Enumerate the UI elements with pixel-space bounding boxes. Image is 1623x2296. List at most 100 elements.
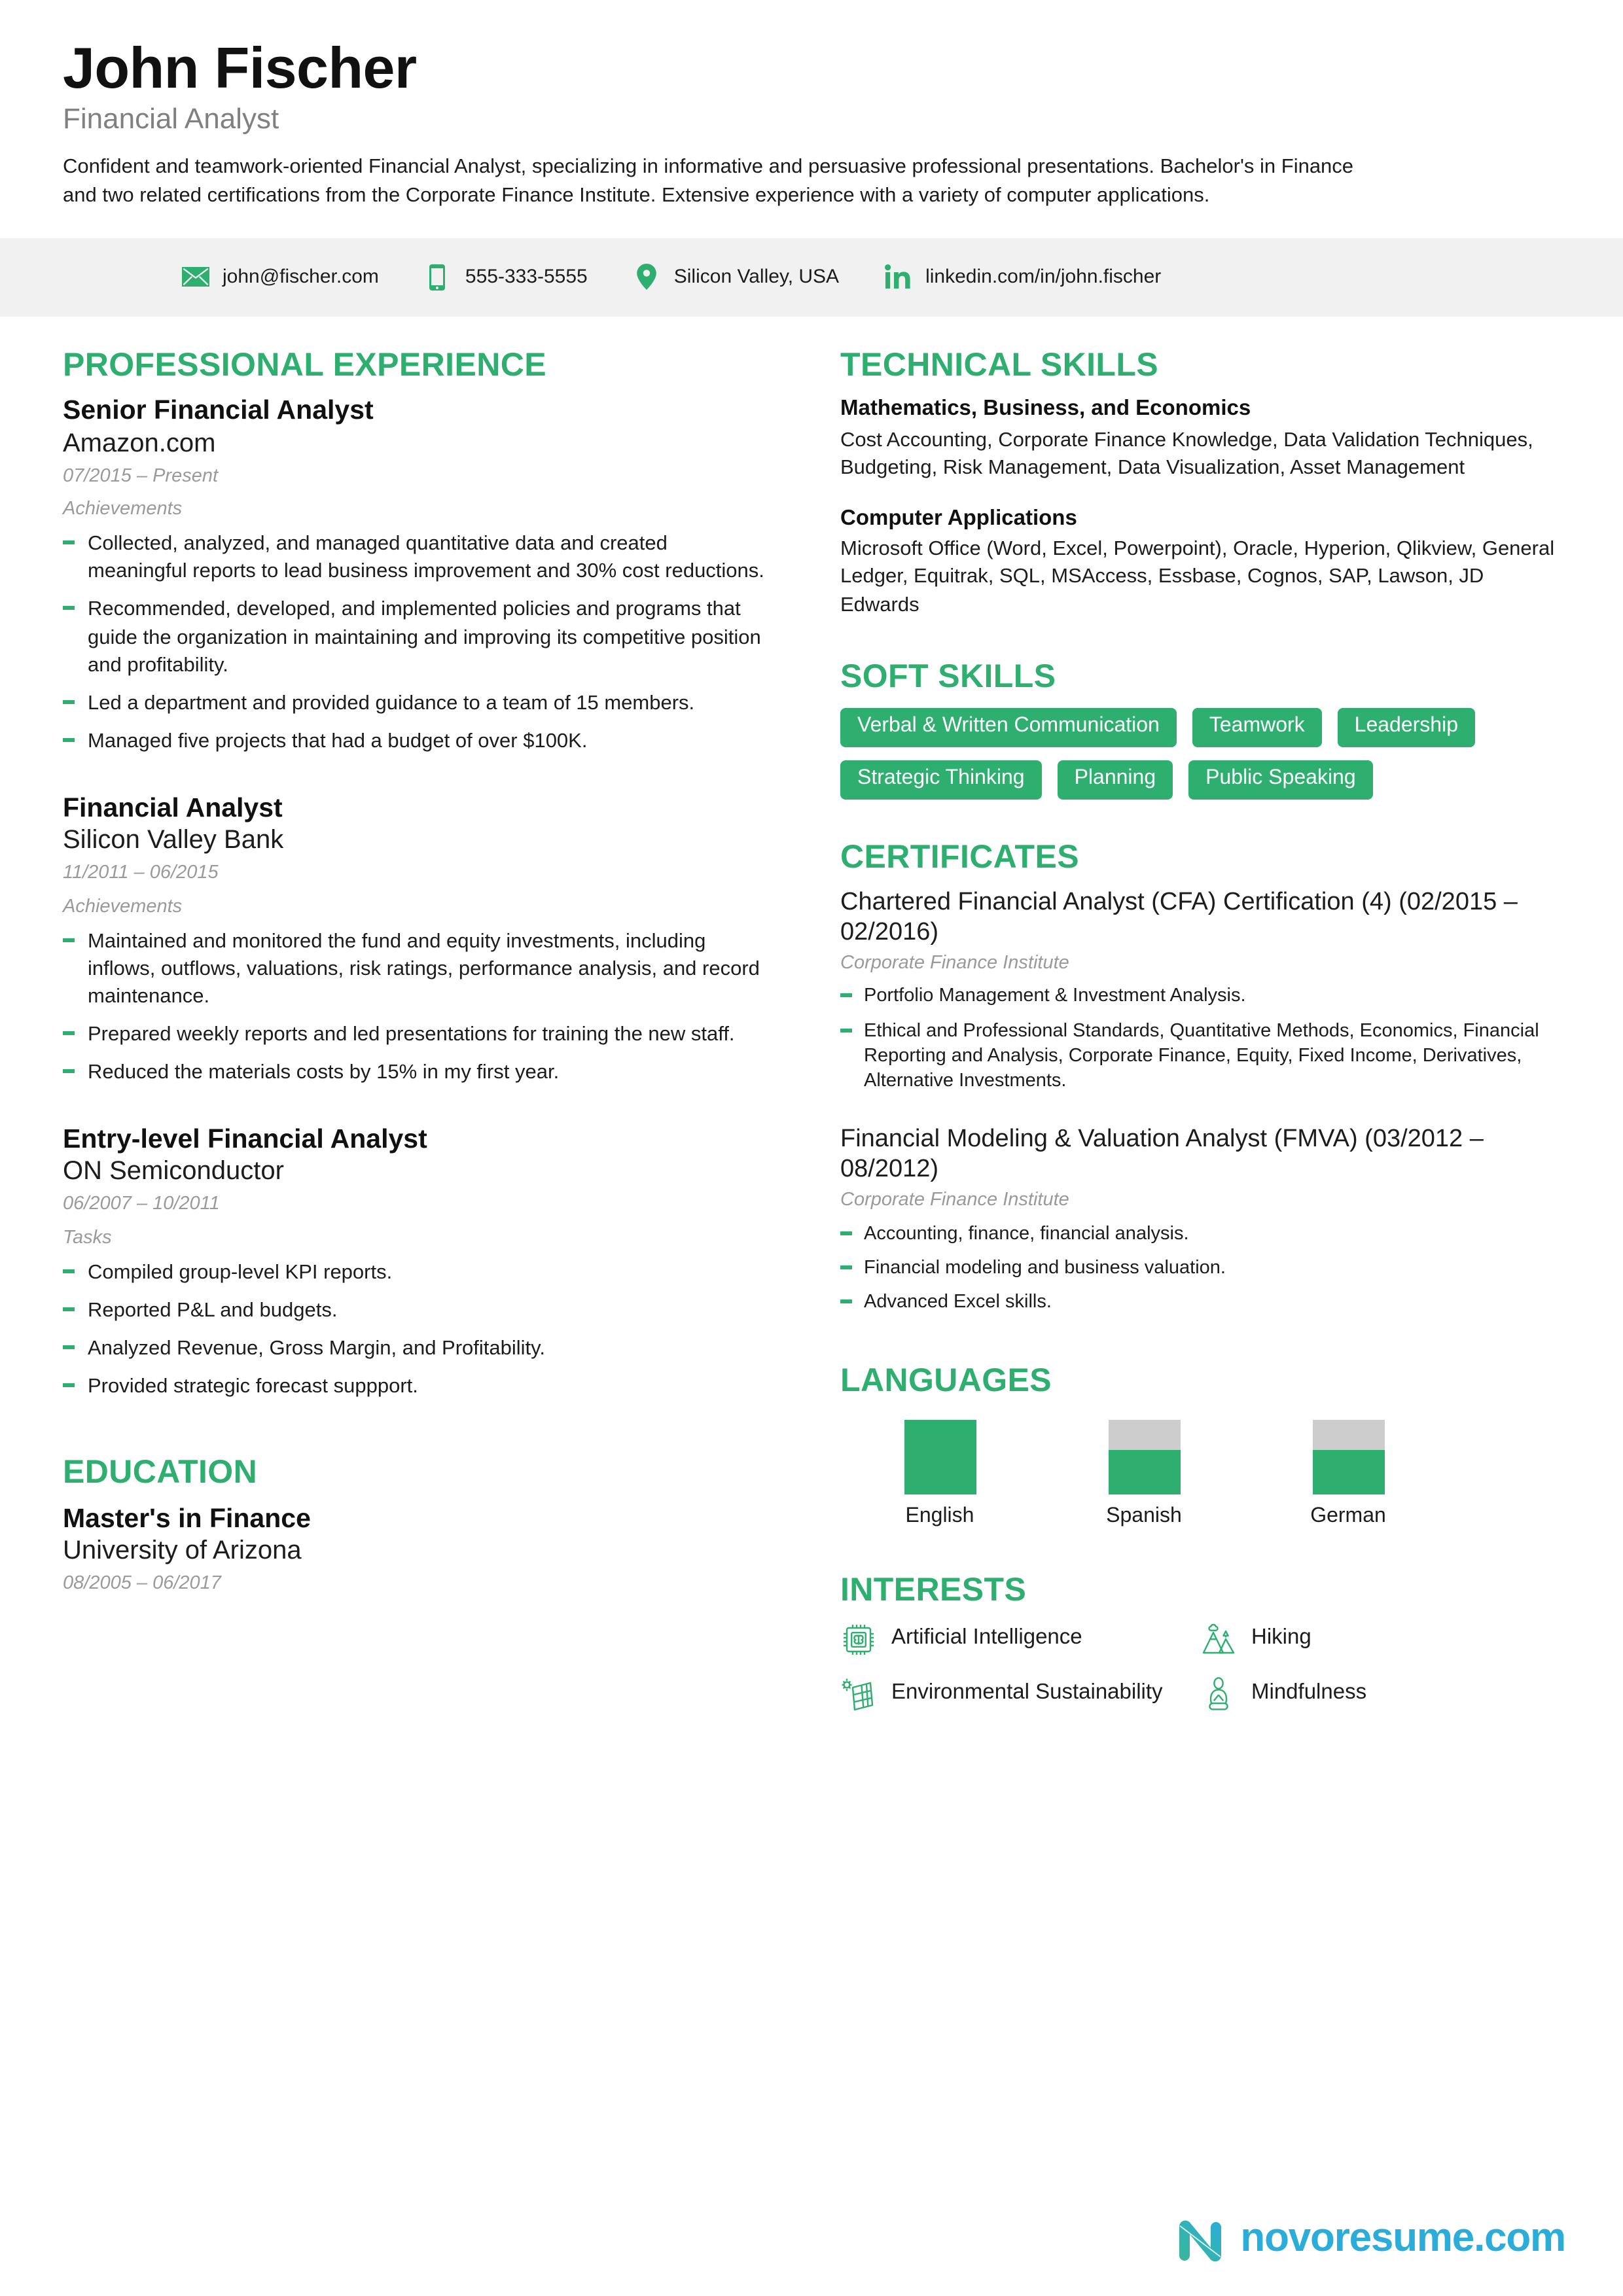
soft-skill-pill[interactable]: Strategic Thinking [840, 760, 1042, 800]
soft-skill-pill[interactable]: Planning [1057, 760, 1173, 800]
technical-skill-body: Microsoft Office (Word, Excel, Powerpoin… [840, 538, 1555, 616]
language-name: Spanish [1106, 1505, 1182, 1528]
experience-list-label: Tasks [63, 1227, 112, 1249]
interest-list: Artificial Intelligence Hiking Environme… [840, 1621, 1560, 1734]
section-professional-experience: PROFESSIONAL EXPERIENCE Senior Financial… [63, 346, 764, 1401]
mountains-icon [1200, 1621, 1237, 1658]
technical-skill-heading: Mathematics, Business, and Economics [840, 397, 1251, 421]
section-title-languages: LANGUAGES [840, 1362, 1052, 1399]
contact-bar: john@fischer.com 555-333-5555 Silicon Va… [0, 238, 1623, 317]
education-school: University of Arizona [63, 1536, 302, 1565]
soft-skill-pill[interactable]: Leadership [1337, 707, 1475, 748]
language-name: German [1310, 1505, 1386, 1528]
language-level-fill [1312, 1450, 1384, 1495]
certificate-issuer: Corporate Finance Institute [840, 1190, 1069, 1211]
experience-bullet: Managed five projects that had a budget … [63, 727, 764, 754]
interest-label: Environmental Sustainability [891, 1680, 1163, 1704]
language-level-bar [904, 1420, 976, 1495]
contact-email[interactable]: john@fischer.com [181, 263, 379, 292]
experience-role: Senior Financial Analyst [63, 395, 374, 426]
language-item: Spanish [1068, 1420, 1220, 1529]
contact-linkedin-value: linkedin.com/in/john.fischer [925, 266, 1162, 289]
experience-bullet: Compiled group-level KPI reports. [63, 1259, 764, 1286]
language-level-fill [904, 1420, 976, 1495]
experience-entry: Financial Analyst Silicon Valley Bank 11… [63, 793, 764, 1087]
certificate-name: Financial Modeling & Valuation Analyst (… [840, 1125, 1484, 1184]
candidate-name: John Fischer [63, 37, 417, 101]
language-level-bar [1312, 1420, 1384, 1495]
experience-bullet: Maintained and monitored the fund and eq… [63, 927, 764, 1010]
section-title-education: EDUCATION [63, 1454, 258, 1491]
section-certificates: CERTIFICATES Chartered Financial Analyst… [840, 839, 1560, 1316]
experience-org: Amazon.com [63, 429, 216, 458]
language-name: English [905, 1505, 974, 1528]
technical-skill-heading: Computer Applications [840, 506, 1077, 530]
novoresume-logo-icon [1172, 2210, 1227, 2265]
contact-email-value: john@fischer.com [223, 266, 379, 289]
section-title-interests: INTERESTS [840, 1572, 1027, 1609]
language-level-fill [1108, 1450, 1180, 1495]
contact-location[interactable]: Silicon Valley, USA [632, 263, 839, 292]
experience-dates: 07/2015 – Present [63, 465, 219, 487]
experience-bullet: Led a department and provided guidance t… [63, 689, 764, 716]
meditation-icon [1200, 1676, 1237, 1713]
email-icon [181, 263, 209, 292]
experience-bullet: Analyzed Revenue, Gross Margin, and Prof… [63, 1335, 764, 1362]
experience-bullet-list: Maintained and monitored the fund and eq… [63, 927, 764, 1086]
experience-bullet: Reduced the materials costs by 15% in my… [63, 1059, 764, 1086]
soft-skill-pill[interactable]: Teamwork [1192, 707, 1322, 748]
certificate-bullet: Financial modeling and business valuatio… [840, 1256, 1560, 1282]
section-technical-skills: TECHNICAL SKILLS Mathematics, Business, … [840, 347, 1560, 620]
technical-skill-body: Cost Accounting, Corporate Finance Knowl… [840, 429, 1533, 480]
language-item: English [864, 1420, 1016, 1529]
novoresume-footer[interactable]: novoresume.com [1172, 2210, 1566, 2265]
novoresume-brand-text: novoresume.com [1240, 2214, 1566, 2260]
language-item: German [1272, 1420, 1424, 1529]
soft-skill-pill[interactable]: Public Speaking [1188, 760, 1373, 800]
technical-skill-group: Computer Applications Microsoft Office (… [840, 504, 1560, 619]
ai-chip-icon [840, 1621, 877, 1658]
section-interests: INTERESTS Artificial Intelligence Hiking… [840, 1572, 1560, 1734]
certificate-name: Chartered Financial Analyst (CFA) Certif… [840, 888, 1518, 946]
contact-phone[interactable]: 555-333-5555 [423, 263, 588, 292]
soft-skill-pill[interactable]: Verbal & Written Communication [840, 707, 1177, 748]
phone-icon [423, 263, 452, 292]
experience-bullet-list: Compiled group-level KPI reports. Report… [63, 1259, 764, 1401]
section-title-soft-skills: SOFT SKILLS [840, 658, 1056, 696]
experience-bullet: Recommended, developed, and implemented … [63, 596, 764, 679]
resume-page: John Fischer Financial Analyst Confident… [0, 0, 1623, 2296]
certificate-issuer: Corporate Finance Institute [840, 952, 1069, 974]
experience-role: Entry-level Financial Analyst [63, 1124, 427, 1155]
technical-skill-group: Mathematics, Business, and Economics Cos… [840, 396, 1560, 482]
education-dates: 08/2005 – 06/2017 [63, 1572, 221, 1594]
certificate-bullet-list: Portfolio Management & Investment Analys… [840, 985, 1560, 1095]
experience-dates: 06/2007 – 10/2011 [63, 1193, 220, 1215]
candidate-summary: Confident and teamwork-oriented Financia… [63, 155, 1354, 207]
experience-list-label: Achievements [63, 499, 183, 520]
certificate-entry: Chartered Financial Analyst (CFA) Certif… [840, 889, 1560, 1095]
experience-entry: Senior Financial Analyst Amazon.com 07/2… [63, 396, 764, 755]
interest-label: Mindfulness [1251, 1680, 1367, 1704]
interest-label: Hiking [1251, 1625, 1311, 1649]
left-column: PROFESSIONAL EXPERIENCE Senior Financial… [63, 346, 777, 1606]
certificate-entry: Financial Modeling & Valuation Analyst (… [840, 1126, 1560, 1316]
section-title-experience: PROFESSIONAL EXPERIENCE [63, 346, 546, 383]
education-entry: Master's in Finance University of Arizon… [63, 1504, 764, 1597]
experience-dates: 11/2011 – 06/2015 [63, 862, 219, 883]
experience-bullet: Reported P&L and budgets. [63, 1297, 764, 1324]
interest-item: Mindfulness [1200, 1676, 1560, 1713]
experience-bullet: Provided strategic forecast suppport. [63, 1373, 764, 1400]
experience-org: Silicon Valley Bank [63, 826, 284, 855]
certificate-bullet-list: Accounting, finance, financial analysis.… [840, 1222, 1560, 1316]
soft-skill-pill-list: Verbal & Written Communication Teamwork … [840, 707, 1560, 800]
certificate-bullet: Ethical and Professional Standards, Quan… [840, 1019, 1560, 1095]
contact-linkedin[interactable]: linkedin.com/in/john.fischer [883, 263, 1161, 292]
section-title-certificates: CERTIFICATES [840, 839, 1079, 876]
contact-phone-value: 555-333-5555 [465, 266, 588, 289]
contact-location-value: Silicon Valley, USA [673, 266, 840, 289]
solar-panel-icon [840, 1676, 877, 1713]
experience-entry: Entry-level Financial Analyst ON Semicon… [63, 1124, 764, 1400]
interest-item: Artificial Intelligence [840, 1624, 1200, 1658]
linkedin-icon [883, 263, 912, 292]
right-column: TECHNICAL SKILLS Mathematics, Business, … [840, 347, 1560, 1734]
